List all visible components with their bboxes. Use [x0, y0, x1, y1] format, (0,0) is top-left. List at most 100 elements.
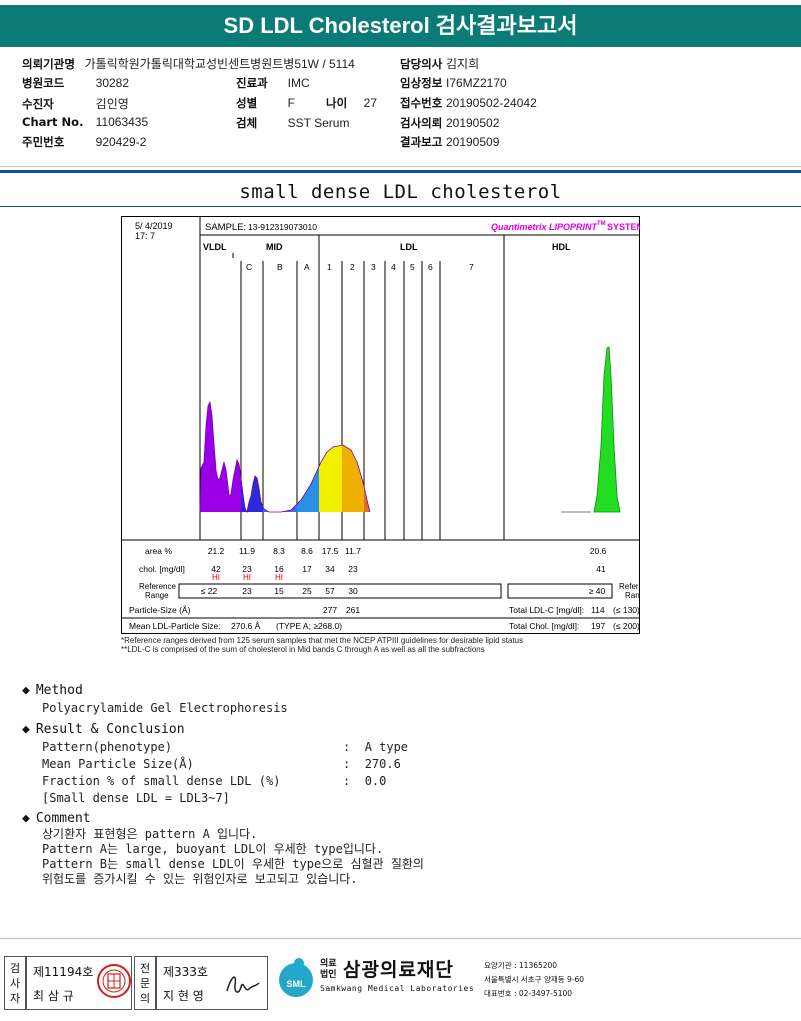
section-rule-bottom [0, 206, 801, 207]
result-value-1: : A type [343, 739, 408, 756]
report-date-label: 결과보고 [400, 135, 443, 149]
specialist-box: 제333호 지 현 영 [156, 956, 268, 1010]
institution-value: 가톨릭학원가톨릭대학교성빈센트병원 [84, 57, 273, 71]
area-ldl1: 17.5 [322, 546, 339, 556]
colon-1: : [343, 740, 351, 754]
report-frame [121, 216, 640, 634]
hospital-code-label: 병원코드 [22, 76, 65, 90]
total-chol-label: Total Chol. [mg/dl]: [509, 621, 579, 631]
sml-logo-text: SML [287, 979, 307, 989]
result-value-3: : 0.0 [343, 773, 386, 790]
specialist-license: 제333호 [163, 965, 208, 979]
result-line-2: Mean Particle Size(Å) [42, 756, 194, 773]
area-hdl: 20.6 [590, 546, 607, 556]
result-value-2: : 270.6 [343, 756, 401, 773]
brand-system: SYSTEM [607, 222, 640, 232]
request-date-label: 검사의뢰 [400, 116, 443, 130]
brand-tm: TM [597, 221, 606, 227]
seal-icon [97, 964, 131, 998]
age-label: 나이 [326, 96, 348, 110]
examiner-seal [96, 963, 132, 999]
sex-field: 성별 F [236, 95, 295, 111]
colon-3: : [343, 774, 351, 788]
brand-name: Quantimetrix LIPOPRINT [491, 222, 599, 232]
sml-logo-icon: SML [279, 958, 313, 997]
ref-label-1: Reference [139, 582, 176, 591]
mean-particle-value: 270.6 [364, 757, 401, 771]
total-chol-range: (≤ 200) [613, 621, 640, 631]
clinical-info-field: 임상정보 I76MZ2170 [400, 75, 507, 91]
sex-value: F [287, 96, 295, 110]
resident-no-label: 주민번호 [22, 135, 65, 149]
doctor-field: 담당의사 김지희 [400, 55, 479, 72]
comment-heading-text: Comment [35, 811, 91, 826]
total-ldl-value: 114 [591, 605, 605, 615]
pattern-value: A type [364, 740, 409, 754]
band-label-1: 1 [327, 262, 332, 272]
department-value: IMC [287, 76, 310, 90]
hi-flag-b: HI [275, 573, 283, 582]
ward-value: 트병51W / 5114 [272, 57, 355, 71]
receipt-no-field: 접수번호 20190502-24042 [400, 95, 537, 111]
patient-value: 김인영 [95, 97, 129, 111]
specimen-value: SST Serum [287, 116, 350, 130]
chol-ldl2: 23 [348, 564, 358, 574]
chart-no-value: 11063435 [95, 115, 149, 129]
chol-hdl: 41 [596, 564, 606, 574]
band-label-a: A [304, 262, 310, 272]
receipt-no-value: 20190502-24042 [445, 96, 537, 110]
hi-flag-c: HI [243, 573, 251, 582]
patient-label: 수진자 [22, 97, 54, 111]
org-address: 서울특별시 서초구 양재동 9-60 [484, 975, 585, 984]
org-name: 삼광의료재단 [343, 959, 454, 981]
band-label-3: 3 [371, 262, 376, 272]
clinical-info-label: 임상정보 [400, 76, 443, 90]
sample-label: SAMPLE: [205, 222, 246, 233]
particle-size-ldl2: 261 [346, 605, 360, 615]
examiner-license: 제11194호 [33, 965, 94, 979]
zone-ldl: LDL [400, 242, 418, 252]
report-date-value: 20190509 [445, 135, 500, 149]
clinical-info-value: I76MZ2170 [445, 76, 507, 90]
ref-b: 15 [274, 586, 284, 596]
section-rule-top [0, 170, 801, 173]
specimen-label: 검체 [236, 116, 258, 130]
comment-line-3: Pattern B는 small dense LDL이 우세한 type으로 심… [42, 857, 424, 871]
org-name-en: Samkwang Medical Laboratories [320, 984, 475, 993]
area-row-label: area % [145, 546, 172, 556]
area-vldl: 21.2 [208, 546, 225, 556]
ref-vldl: ≤ 22 [201, 586, 218, 596]
doctor-value: 김지희 [445, 57, 480, 71]
area-b: 8.3 [273, 546, 285, 556]
patient-field: 수진자 김인영 [22, 95, 129, 112]
examiner-box: 제11194호 최 삼 규 [26, 956, 132, 1010]
comment-line-1: 상기환자 표현형은 pattern A 입니다. [42, 827, 258, 841]
age-field: 나이 27 [326, 95, 377, 111]
examiner-tag: 검사자 [4, 956, 26, 1010]
result-heading-text: Result & Conclusion [35, 722, 185, 737]
mean-size-label: Mean LDL-Particle Size: [129, 621, 221, 631]
specialist-tag: 전문의 [134, 956, 156, 1010]
ref-right-label-1: Reference [619, 582, 640, 591]
patient-info-panel: 의뢰기관명 가톨릭학원가톨릭대학교성빈센트병원트병51W / 5114 담당의사… [0, 48, 801, 167]
doctor-label: 담당의사 [400, 57, 443, 71]
result-heading: ◆ Result & Conclusion [22, 722, 185, 737]
ref-ldl1: 57 [325, 586, 335, 596]
institution-field: 의뢰기관명 가톨릭학원가톨릭대학교성빈센트병원트병51W / 5114 [22, 55, 355, 72]
method-text: Polyacrylamide Gel Electrophoresis [42, 701, 288, 715]
zone-hdl: HDL [552, 242, 571, 252]
institution-label: 의뢰기관명 [22, 57, 75, 71]
sample-number: 13-912319073010 [248, 222, 317, 232]
result-note: [Small dense LDL = LDL3~7] [42, 791, 230, 805]
request-date-field: 검사의뢰 20190502 [400, 115, 499, 131]
band-label-c: C [246, 262, 252, 272]
mean-size-value: 270.6 Å [231, 621, 261, 631]
fraction-value: 0.0 [364, 774, 387, 788]
particle-size-label: Particle-Size (Å) [129, 605, 191, 615]
request-date-value: 20190502 [445, 116, 500, 130]
examiner-name: 최 삼 규 [33, 989, 74, 1003]
signature-icon [226, 976, 260, 993]
lipoprint-report: 5/ 4/2019 17: 7 SAMPLE: 13-912319073010 … [121, 216, 640, 634]
sml-logo: SML [272, 954, 318, 1000]
org-phone: 대표번호 : 02-3497-5100 [484, 989, 573, 998]
